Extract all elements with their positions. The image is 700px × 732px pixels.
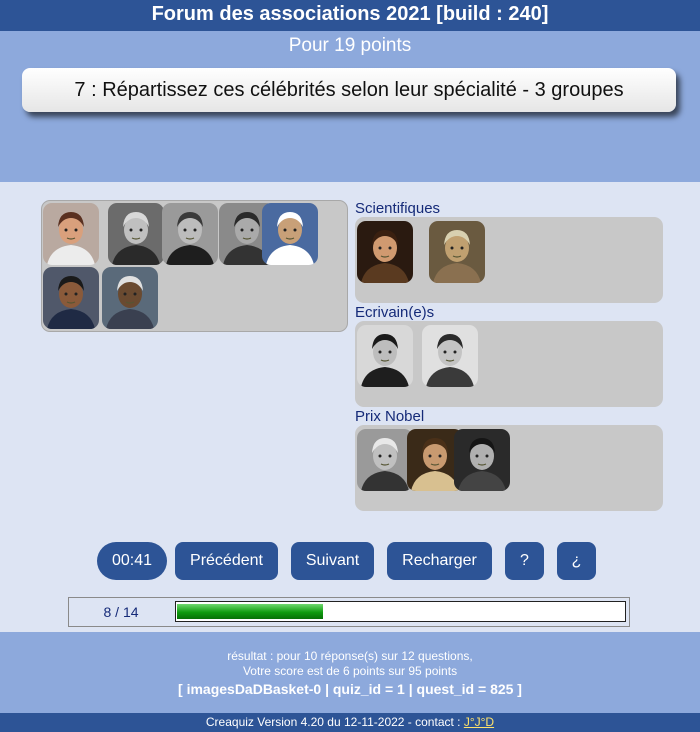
portrait-einstein-icon[interactable]: [357, 429, 413, 491]
group-label-scientifiques: Scientifiques: [355, 200, 441, 217]
progress-track: [175, 601, 626, 622]
portrait-cosmonaut-icon[interactable]: [43, 203, 99, 265]
result-footer: résultat : pour 10 réponse(s) sur 12 que…: [0, 632, 700, 713]
portrait-nun-icon[interactable]: [262, 203, 318, 265]
group-label-prix-nobel: Prix Nobel: [355, 408, 425, 425]
points-label: Pour 19 points: [288, 35, 412, 56]
help-alt-button[interactable]: ¿: [557, 542, 596, 580]
portrait-victorian-man-icon[interactable]: [162, 203, 218, 265]
version-bar: Creaquiz Version 4.20 du 12-11-2022 - co…: [0, 713, 700, 732]
portrait-writer-woman-icon[interactable]: [422, 325, 478, 387]
version-text: Creaquiz Version 4.20 du 12-11-2022 - co…: [205, 715, 464, 729]
contact-link[interactable]: J°J°D: [464, 715, 494, 729]
group-label-ecrivains: Ecrivain(e)s: [355, 304, 435, 321]
portrait-old-master-icon[interactable]: [429, 221, 485, 283]
portrait-politician-icon[interactable]: [43, 267, 99, 329]
portrait-writer-man-icon[interactable]: [357, 325, 413, 387]
previous-button[interactable]: Précédent: [175, 542, 278, 580]
progress-label: 8 / 14: [103, 604, 139, 620]
help-button[interactable]: ?: [505, 542, 544, 580]
quiz-ids: [ imagesDaDBasket-0 | quiz_id = 1 | ques…: [178, 681, 522, 697]
app-title: Forum des associations 2021 [build : 240…: [0, 0, 700, 31]
reload-button[interactable]: Recharger: [387, 542, 492, 580]
progress-box: 8 / 14: [68, 597, 630, 627]
question-text: 7 : Répartissez ces célébrités selon leu…: [22, 68, 676, 112]
portrait-moliere-icon[interactable]: [357, 221, 413, 283]
portrait-bearded-man-icon[interactable]: [108, 203, 164, 265]
question-header: Pour 19 points 7 : Répartissez ces céléb…: [0, 31, 700, 182]
progress-fill: [177, 604, 323, 619]
next-button[interactable]: Suivant: [291, 542, 374, 580]
timer-display: 00:41: [97, 542, 167, 580]
portrait-diplomat-icon[interactable]: [102, 267, 158, 329]
result-line-1: résultat : pour 10 réponse(s) sur 12 que…: [227, 649, 473, 663]
portrait-young-man-icon[interactable]: [454, 429, 510, 491]
result-line-2: Votre score est de 6 points sur 95 point…: [242, 664, 458, 678]
